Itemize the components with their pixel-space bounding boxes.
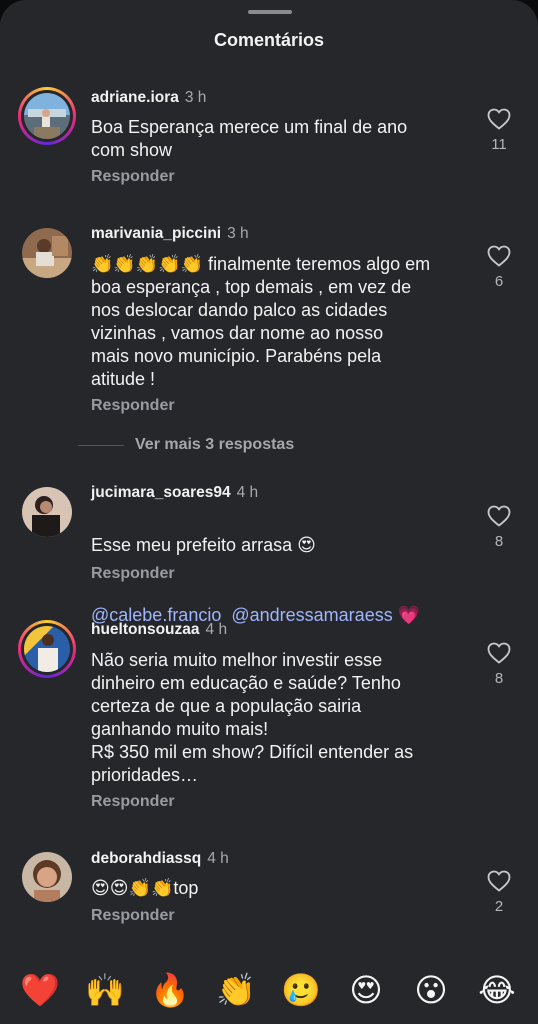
view-more-label: Ver mais 3 respostas (135, 436, 295, 453)
heart-icon (487, 108, 511, 130)
avatar[interactable] (22, 852, 72, 902)
like-button[interactable]: 11 (484, 108, 514, 153)
like-count: 11 (491, 136, 507, 153)
emoji-heart-eyes-button[interactable]: 😍 (346, 970, 386, 1010)
comment-text: 👏👏👏👏👏 finalmente teremos algo em boa esp… (91, 254, 431, 389)
timestamp: 4 h (205, 621, 228, 638)
drag-handle[interactable] (248, 10, 292, 14)
comment-text-line: Esse meu prefeito arrasa 😍 (91, 535, 316, 555)
like-button[interactable]: 8 (484, 642, 514, 687)
like-button[interactable]: 8 (484, 505, 514, 550)
like-button[interactable]: 6 (484, 245, 514, 290)
heart-icon (487, 505, 511, 527)
username[interactable]: hueltonsouzaa 4 h (91, 621, 227, 639)
like-count: 8 (494, 670, 504, 687)
avatar (24, 626, 70, 672)
avatar-story-ring[interactable] (18, 620, 76, 678)
heart-icon (487, 870, 511, 892)
emoji-surprised-button[interactable]: 😮 (411, 970, 451, 1010)
timestamp: 4 h (207, 850, 229, 867)
divider-line (78, 445, 124, 446)
emoji-clap-button[interactable]: 👏 (216, 970, 256, 1010)
comment-text: Não seria muito melhor investir esse din… (91, 650, 414, 785)
heart-icon (487, 245, 511, 267)
comment-text: 😍😍👏👏top (91, 878, 199, 898)
avatar[interactable] (22, 228, 72, 278)
like-count: 8 (494, 533, 504, 550)
emoji-tear-smile-button[interactable]: 🥲 (281, 970, 321, 1010)
emoji-heart-button[interactable]: ❤️ (20, 970, 60, 1010)
timestamp: 3 h (184, 89, 207, 106)
timestamp: 4 h (236, 484, 259, 501)
timestamp: 3 h (227, 225, 249, 242)
username[interactable]: deborahdiassq 4 h (91, 850, 229, 868)
page-title: Comentários (213, 30, 325, 50)
username[interactable]: marivania_piccini 3 h (91, 225, 249, 243)
reply-button[interactable]: Responder (91, 397, 175, 415)
heart-icon (487, 642, 511, 664)
reply-button[interactable]: Responder (91, 907, 175, 925)
emoji-quick-bar: ❤️ 🙌 🔥 👏 🥲 😍 😮 😂 (0, 950, 538, 1024)
emoji-fire-button[interactable]: 🔥 (150, 970, 190, 1010)
view-more-replies[interactable]: Ver mais 3 respostas (78, 436, 438, 456)
avatar[interactable] (22, 487, 72, 537)
like-count: 6 (494, 273, 504, 290)
avatar (24, 93, 70, 139)
emoji-laugh-button[interactable]: 😂 (477, 970, 517, 1010)
comment-text: Boa Esperança merece um final de ano com… (91, 117, 408, 160)
emoji-raised-hands-button[interactable]: 🙌 (85, 970, 125, 1010)
comments-sheet: Comentários adriane.iora 3 h Boa Esperanç… (0, 0, 538, 1024)
avatar-story-ring[interactable] (18, 87, 76, 145)
username[interactable]: adriane.iora 3 h (91, 89, 206, 107)
username[interactable]: jucimara_soares94 4 h (91, 484, 258, 502)
reply-button[interactable]: Responder (91, 565, 175, 583)
heart-emoji: 💗 (397, 605, 421, 625)
reply-button[interactable]: Responder (91, 793, 175, 811)
like-button[interactable]: 2 (484, 870, 514, 915)
mention-link[interactable]: @andressamaraess (231, 605, 392, 625)
like-count: 2 (494, 898, 504, 915)
reply-button[interactable]: Responder (91, 168, 175, 186)
